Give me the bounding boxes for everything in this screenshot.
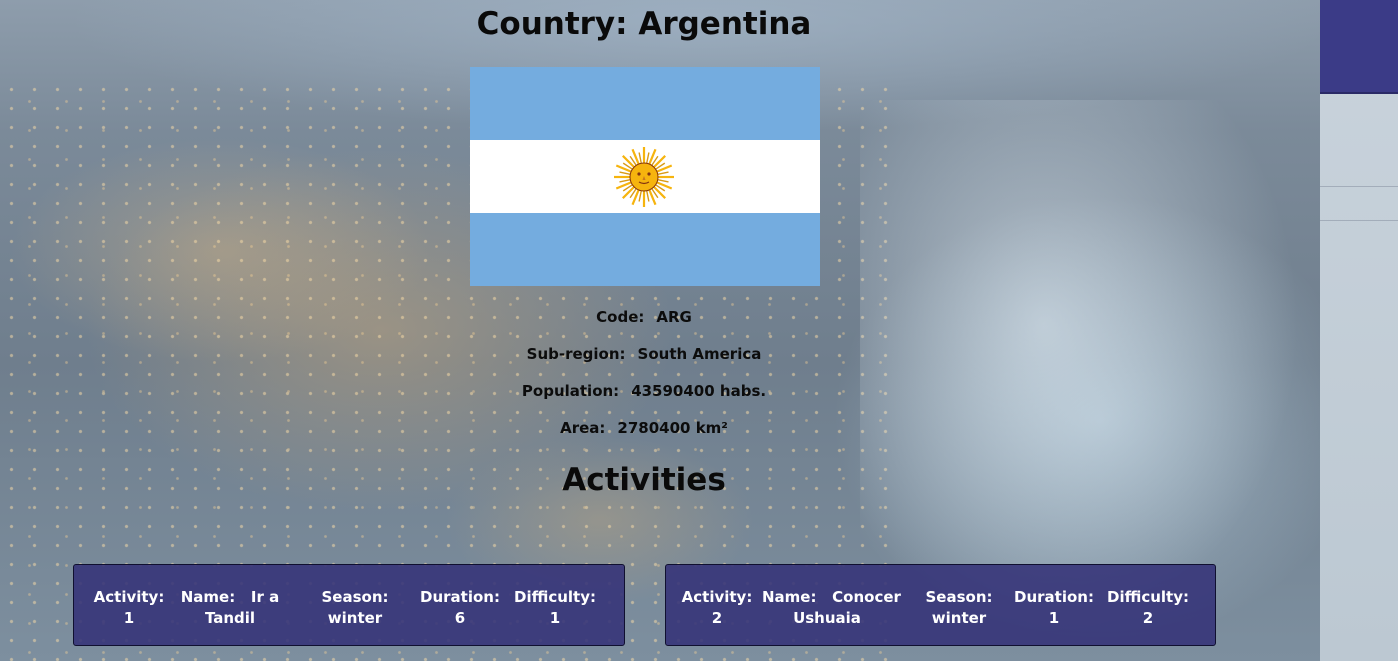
- season-value: winter: [931, 609, 987, 627]
- area-row: Area: 2780400 km²: [0, 419, 1288, 437]
- subregion-row: Sub-region: South America: [0, 345, 1288, 363]
- duration-field: Duration: 1: [1008, 587, 1100, 629]
- sun-ray: [646, 152, 650, 164]
- season-label: Season:: [321, 588, 389, 606]
- activity-name-part1: Ir a: [250, 588, 280, 606]
- season-label: Season:: [925, 588, 993, 606]
- difficulty-field: Difficulty: 1: [508, 587, 602, 629]
- activity-label: Activity:: [93, 588, 165, 606]
- sun-ray: [646, 190, 650, 202]
- sun-ray: [657, 171, 669, 175]
- flag-bottom-band: [470, 213, 820, 286]
- sun-ray: [653, 186, 666, 199]
- activity-label: Activity:: [681, 588, 753, 606]
- activity-name-part2: Ushuaia: [793, 609, 861, 627]
- population-row: Population: 43590400 habs.: [0, 382, 1288, 400]
- difficulty-label: Difficulty:: [514, 588, 596, 606]
- activity-number: 1: [123, 609, 135, 627]
- name-label: Name:: [762, 588, 817, 606]
- activity-name-field: Name: Ir a Tandil: [180, 587, 280, 629]
- area-value: 2780400 km²: [617, 419, 728, 437]
- population-label: Population:: [521, 382, 620, 400]
- activity-card[interactable]: Activity: 1 Name: Ir a Tandil Season: wi…: [73, 564, 625, 646]
- duration-value: 1: [1048, 609, 1060, 627]
- sun-of-may-icon: [614, 147, 674, 207]
- activity-number-field: Activity: 2: [676, 587, 758, 629]
- sun-ray: [657, 179, 669, 183]
- activity-name-field: Name: Conocer Ushuaia: [762, 587, 901, 629]
- flag-middle-band: [470, 140, 820, 213]
- area-label: Area:: [560, 419, 606, 437]
- name-label: Name:: [180, 588, 236, 606]
- code-label: Code:: [596, 308, 645, 326]
- sun-ray: [638, 190, 642, 202]
- sun-ray: [619, 171, 631, 175]
- difficulty-field: Difficulty: 2: [1102, 587, 1194, 629]
- country-code-row: Code: ARG: [0, 308, 1288, 326]
- duration-label: Duration:: [1014, 588, 1094, 606]
- page-title: Country: Argentina: [476, 6, 812, 42]
- difficulty-value: 2: [1142, 609, 1154, 627]
- activity-name-part2: Tandil: [204, 609, 256, 627]
- sun-ray: [638, 152, 642, 164]
- duration-field: Duration: 6: [414, 587, 506, 629]
- country-flag-image: [470, 67, 820, 286]
- activity-card[interactable]: Activity: 2 Name: Conocer Ushuaia Season…: [665, 564, 1216, 646]
- country-detail-page: Country: Argentina Code: ARG Sub-region: S…: [0, 0, 1398, 661]
- activities-heading: Activities: [562, 462, 726, 498]
- sun-ray: [653, 155, 666, 168]
- activity-name-part1: Conocer: [832, 588, 901, 606]
- duration-value: 6: [454, 609, 466, 627]
- code-value: ARG: [656, 308, 692, 326]
- sun-ray: [622, 155, 635, 168]
- activity-number: 2: [711, 609, 723, 627]
- duration-label: Duration:: [420, 588, 500, 606]
- difficulty-value: 1: [549, 609, 561, 627]
- difficulty-label: Difficulty:: [1107, 588, 1189, 606]
- season-field: Season: winter: [918, 587, 1000, 629]
- population-value: 43590400 habs.: [631, 382, 767, 400]
- subregion-value: South America: [637, 345, 762, 363]
- subregion-label: Sub-region:: [526, 345, 626, 363]
- side-divider: [1320, 186, 1398, 187]
- flag-top-band: [470, 67, 820, 140]
- activity-number-field: Activity: 1: [88, 587, 170, 629]
- side-divider: [1320, 220, 1398, 221]
- right-side-panel: [1320, 0, 1398, 661]
- side-nav-block[interactable]: [1320, 0, 1398, 94]
- sun-ray: [619, 179, 631, 183]
- season-value: winter: [327, 609, 383, 627]
- sun-ray: [622, 186, 635, 199]
- season-field: Season: winter: [314, 587, 396, 629]
